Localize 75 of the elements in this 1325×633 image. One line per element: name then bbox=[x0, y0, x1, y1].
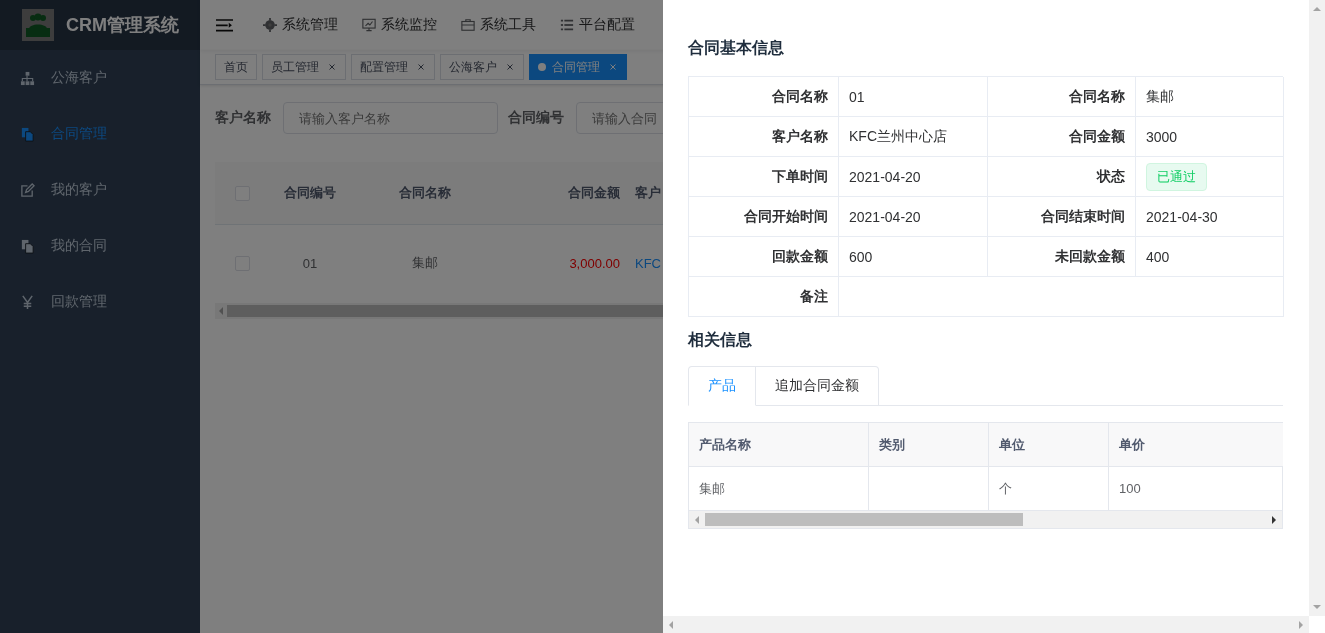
tab[interactable]: 产品 bbox=[688, 366, 756, 406]
detail-value: 400 bbox=[1146, 248, 1170, 265]
detail-value: 2021-04-20 bbox=[849, 208, 921, 225]
tab[interactable]: 追加合同金额 bbox=[756, 366, 879, 406]
column-header: 单位 bbox=[999, 435, 1025, 454]
table-cell: 01 bbox=[302, 255, 318, 271]
detail-value: 2021-04-30 bbox=[1146, 208, 1218, 225]
page-tab[interactable]: 首页 bbox=[215, 54, 257, 80]
section-title: 相关信息 bbox=[688, 330, 753, 350]
detail-value: 集邮 bbox=[1146, 87, 1174, 106]
list-icon bbox=[560, 18, 574, 32]
detail-label: 合同结束时间 bbox=[988, 197, 1136, 237]
detail-label: 客户名称 bbox=[689, 117, 839, 157]
briefcase-icon bbox=[461, 18, 475, 32]
detail-label: 合同金额 bbox=[988, 117, 1136, 157]
column-header: 合同编号 bbox=[284, 184, 336, 202]
detail-label: 合同名称 bbox=[689, 77, 839, 117]
edit-icon bbox=[20, 182, 35, 198]
detail-value: 600 bbox=[849, 248, 873, 265]
vertical-scrollbar[interactable] bbox=[1309, 0, 1325, 616]
settings-icon bbox=[263, 18, 277, 32]
page-tab[interactable]: 合同管理 bbox=[529, 54, 627, 80]
horizontal-scrollbar[interactable] bbox=[689, 511, 1282, 528]
dot-icon bbox=[538, 63, 546, 71]
logo-icon bbox=[22, 9, 54, 41]
customer-link[interactable]: KFC bbox=[635, 255, 661, 271]
table-cell: 集邮 bbox=[699, 479, 725, 498]
search-field[interactable]: 请输入客户名称 bbox=[283, 102, 498, 134]
sidebar-item[interactable]: 公海客户 bbox=[0, 50, 200, 106]
close-icon[interactable] bbox=[327, 62, 337, 72]
detail-value: KFC兰州中心店 bbox=[849, 127, 947, 146]
monitor-icon bbox=[362, 18, 376, 32]
documents-icon bbox=[20, 238, 35, 254]
detail-label: 备注 bbox=[689, 277, 839, 317]
page-tab[interactable]: 配置管理 bbox=[351, 54, 435, 80]
detail-value: 01 bbox=[849, 88, 865, 105]
close-icon[interactable] bbox=[608, 62, 618, 72]
column-header: 类别 bbox=[879, 435, 905, 454]
table-cell: 3,000.00 bbox=[569, 255, 620, 271]
column-header: 客户 bbox=[635, 184, 661, 202]
table-cell: 100 bbox=[1119, 481, 1141, 496]
detail-label: 下单时间 bbox=[689, 157, 839, 197]
nav-menu-item[interactable]: 平台配置 bbox=[560, 16, 635, 34]
column-header: 单价 bbox=[1119, 435, 1145, 454]
nav-menu-item[interactable]: 系统管理 bbox=[263, 16, 338, 34]
menu-icon[interactable] bbox=[216, 16, 233, 34]
detail-label: 未回款金额 bbox=[988, 237, 1136, 277]
section-title: 合同基本信息 bbox=[688, 38, 785, 58]
detail-value: 3000 bbox=[1146, 128, 1178, 145]
column-header: 合同名称 bbox=[399, 184, 451, 202]
nav-menu-item[interactable]: 系统监控 bbox=[362, 16, 437, 34]
sitemap-icon bbox=[20, 70, 35, 86]
column-header: 产品名称 bbox=[699, 435, 751, 454]
nav-menu-item[interactable]: 系统工具 bbox=[461, 16, 536, 34]
documents-icon bbox=[20, 126, 35, 142]
table-cell: 个 bbox=[999, 479, 1012, 498]
detail-label: 合同开始时间 bbox=[689, 197, 839, 237]
close-icon[interactable] bbox=[505, 62, 515, 72]
detail-label: 回款金额 bbox=[689, 237, 839, 277]
status-badge: 已通过 bbox=[1146, 162, 1207, 191]
sidebar-item[interactable]: 我的合同 bbox=[0, 218, 200, 274]
page-tab[interactable]: 公海客户 bbox=[440, 54, 524, 80]
horizontal-scrollbar[interactable] bbox=[663, 616, 1309, 633]
column-header: 合同金额 bbox=[568, 184, 620, 202]
app-title: CRM管理系统 bbox=[66, 14, 179, 37]
detail-label: 状态 bbox=[988, 157, 1136, 197]
close-icon[interactable] bbox=[416, 62, 426, 72]
detail-label: 合同名称 bbox=[988, 77, 1136, 117]
yen-icon bbox=[20, 294, 35, 310]
table-cell: 集邮 bbox=[412, 254, 438, 272]
field-label: 合同编号 bbox=[508, 109, 564, 127]
sidebar-item[interactable]: 我的客户 bbox=[0, 162, 200, 218]
field-label: 客户名称 bbox=[215, 109, 271, 127]
detail-value: 2021-04-20 bbox=[849, 168, 921, 185]
page-tab[interactable]: 员工管理 bbox=[262, 54, 346, 80]
